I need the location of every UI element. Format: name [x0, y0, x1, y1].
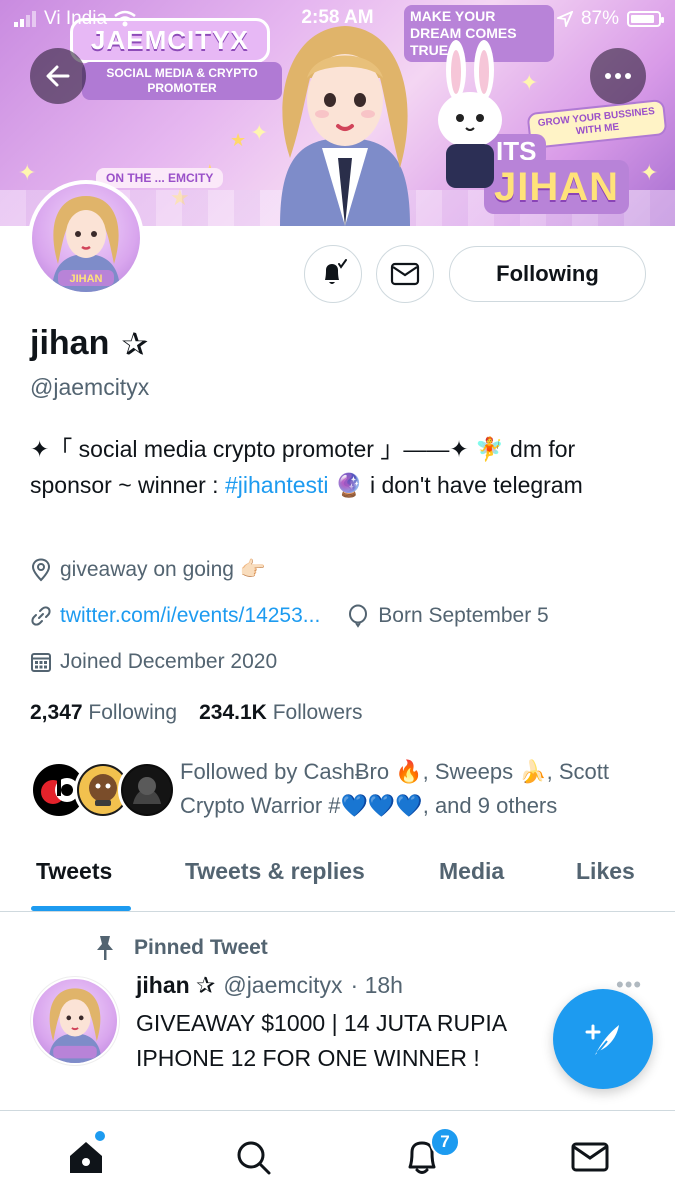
- profile-joined: Joined December 2020: [30, 650, 277, 674]
- banner-character-illustration: [280, 26, 410, 226]
- location-text: giveaway on going 👉🏻: [60, 558, 266, 581]
- back-arrow-icon: [46, 65, 70, 87]
- avatar-image: JIHAN: [32, 184, 140, 292]
- bell-check-icon: [325, 259, 347, 284]
- status-bar-right: 87%: [556, 8, 664, 30]
- profile-location: giveaway on going 👉🏻: [30, 558, 266, 582]
- profile-website-row: twitter.com/i/events/14253... Born Septe…: [30, 604, 549, 628]
- follower-avatar-image: [123, 766, 171, 814]
- active-tab-indicator: [31, 906, 131, 911]
- avatar-illustration: JIHAN: [52, 196, 120, 292]
- followed-by-section[interactable]: Followed by CashɃro 🔥, Sweeps 🍌, Scott C…: [30, 755, 650, 825]
- avatar-label-text: JIHAN: [69, 273, 102, 285]
- tab-media[interactable]: Media: [439, 858, 504, 885]
- tab-likes[interactable]: Likes: [576, 858, 635, 885]
- sparkle-decoration: ✦: [640, 160, 659, 185]
- followed-by-text: Followed by CashɃro 🔥, Sweeps 🍌, Scott C…: [180, 759, 609, 818]
- banner-subtitle: SOCIAL MEDIA & CRYPTO PROMOTER: [82, 62, 282, 100]
- tweet-author-handle: @jaemcityx: [223, 972, 343, 998]
- message-button[interactable]: [376, 245, 434, 303]
- following-count-link[interactable]: 2,347 Following: [30, 701, 177, 725]
- calendar-icon: [31, 653, 51, 672]
- tweet-header: jihan ✰ @jaemcityx · 18h: [136, 972, 403, 999]
- banner-bunny-illustration: [438, 40, 502, 188]
- display-name: jihan ✰: [30, 324, 148, 363]
- sparkle-decoration: ✦: [520, 70, 539, 95]
- banner-left-decoration: ON THE ... EMCITY: [96, 168, 224, 188]
- link-icon: [31, 606, 51, 626]
- more-horizontal-icon: [605, 73, 631, 79]
- bio-hashtag-link[interactable]: #jihantesti: [225, 472, 329, 498]
- name-star-symbol: ✰: [121, 325, 149, 362]
- birthday-text: Born September 5: [378, 604, 549, 627]
- website-link[interactable]: twitter.com/i/events/14253...: [60, 604, 320, 628]
- notifications-subscribe-button[interactable]: [304, 245, 362, 303]
- sparkle-decoration: ✦: [18, 160, 37, 185]
- envelope-icon: [390, 262, 420, 286]
- tweet-timestamp: · 18h: [350, 972, 403, 998]
- balloon-icon: [349, 604, 368, 628]
- followed-by-avatars: [30, 761, 176, 821]
- followers-count: 234.1K: [199, 701, 267, 724]
- more-options-button[interactable]: [590, 48, 646, 104]
- followers-count-link[interactable]: 234.1K Followers: [199, 701, 362, 725]
- following-button[interactable]: Following: [449, 246, 646, 302]
- following-count-label: Following: [88, 701, 178, 724]
- compose-tweet-button[interactable]: [553, 989, 653, 1089]
- pin-icon: [97, 936, 113, 960]
- banner-grow-text: GROW YOUR BUSSINES WITH ME: [526, 98, 668, 150]
- follower-avatar: [118, 761, 176, 819]
- location-arrow-icon: [556, 11, 573, 27]
- profile-bio: ✦「 social media crypto promoter 」——✦ 🧚 d…: [30, 431, 650, 503]
- profile-tabs: Tweets Tweets & replies Media Likes: [0, 842, 675, 912]
- tweet-avatar-image: [33, 979, 117, 1063]
- user-handle: @jaemcityx: [30, 374, 150, 400]
- tab-tweets-replies[interactable]: Tweets & replies: [185, 858, 365, 885]
- bio-text-end: 🔮 i don't have telegram: [328, 472, 583, 498]
- nav-search[interactable]: [229, 1133, 277, 1181]
- tweet-avatar-illustration: [48, 988, 102, 1063]
- home-unread-dot: [95, 1131, 105, 1141]
- pinned-label-text: Pinned Tweet: [134, 936, 268, 959]
- followers-count-label: Followers: [272, 701, 363, 724]
- tab-tweets[interactable]: Tweets: [36, 858, 112, 885]
- bottom-navigation: 7: [0, 1110, 675, 1200]
- tweet-text: GIVEAWAY $1000 | 14 JUTA RUPIA IPHONE 12…: [136, 1010, 508, 1071]
- tweet-avatar[interactable]: [30, 976, 120, 1066]
- mail-icon: [571, 1142, 609, 1172]
- pinned-tweet-label: Pinned Tweet: [92, 934, 268, 962]
- search-icon: [237, 1141, 271, 1175]
- status-bar: Vi India 2:58 AM 87%: [0, 0, 675, 36]
- joined-text: Joined December 2020: [60, 650, 278, 673]
- location-pin-icon: [31, 558, 51, 582]
- home-icon: [70, 1142, 102, 1173]
- nav-messages[interactable]: [566, 1133, 614, 1181]
- follow-counts: 2,347 Following 234.1K Followers: [30, 701, 363, 725]
- notifications-badge: 7: [430, 1127, 460, 1157]
- tweet-author-name[interactable]: jihan ✰: [136, 972, 215, 999]
- compose-feather-icon: [585, 1024, 619, 1055]
- nav-home[interactable]: [62, 1133, 110, 1181]
- following-count: 2,347: [30, 701, 83, 724]
- star-decoration: ★: [230, 130, 247, 150]
- back-button[interactable]: [30, 48, 86, 104]
- display-name-text: jihan: [30, 324, 110, 362]
- battery-icon: [627, 11, 664, 27]
- profile-avatar[interactable]: JIHAN: [28, 180, 144, 296]
- battery-percent: 87%: [580, 8, 619, 29]
